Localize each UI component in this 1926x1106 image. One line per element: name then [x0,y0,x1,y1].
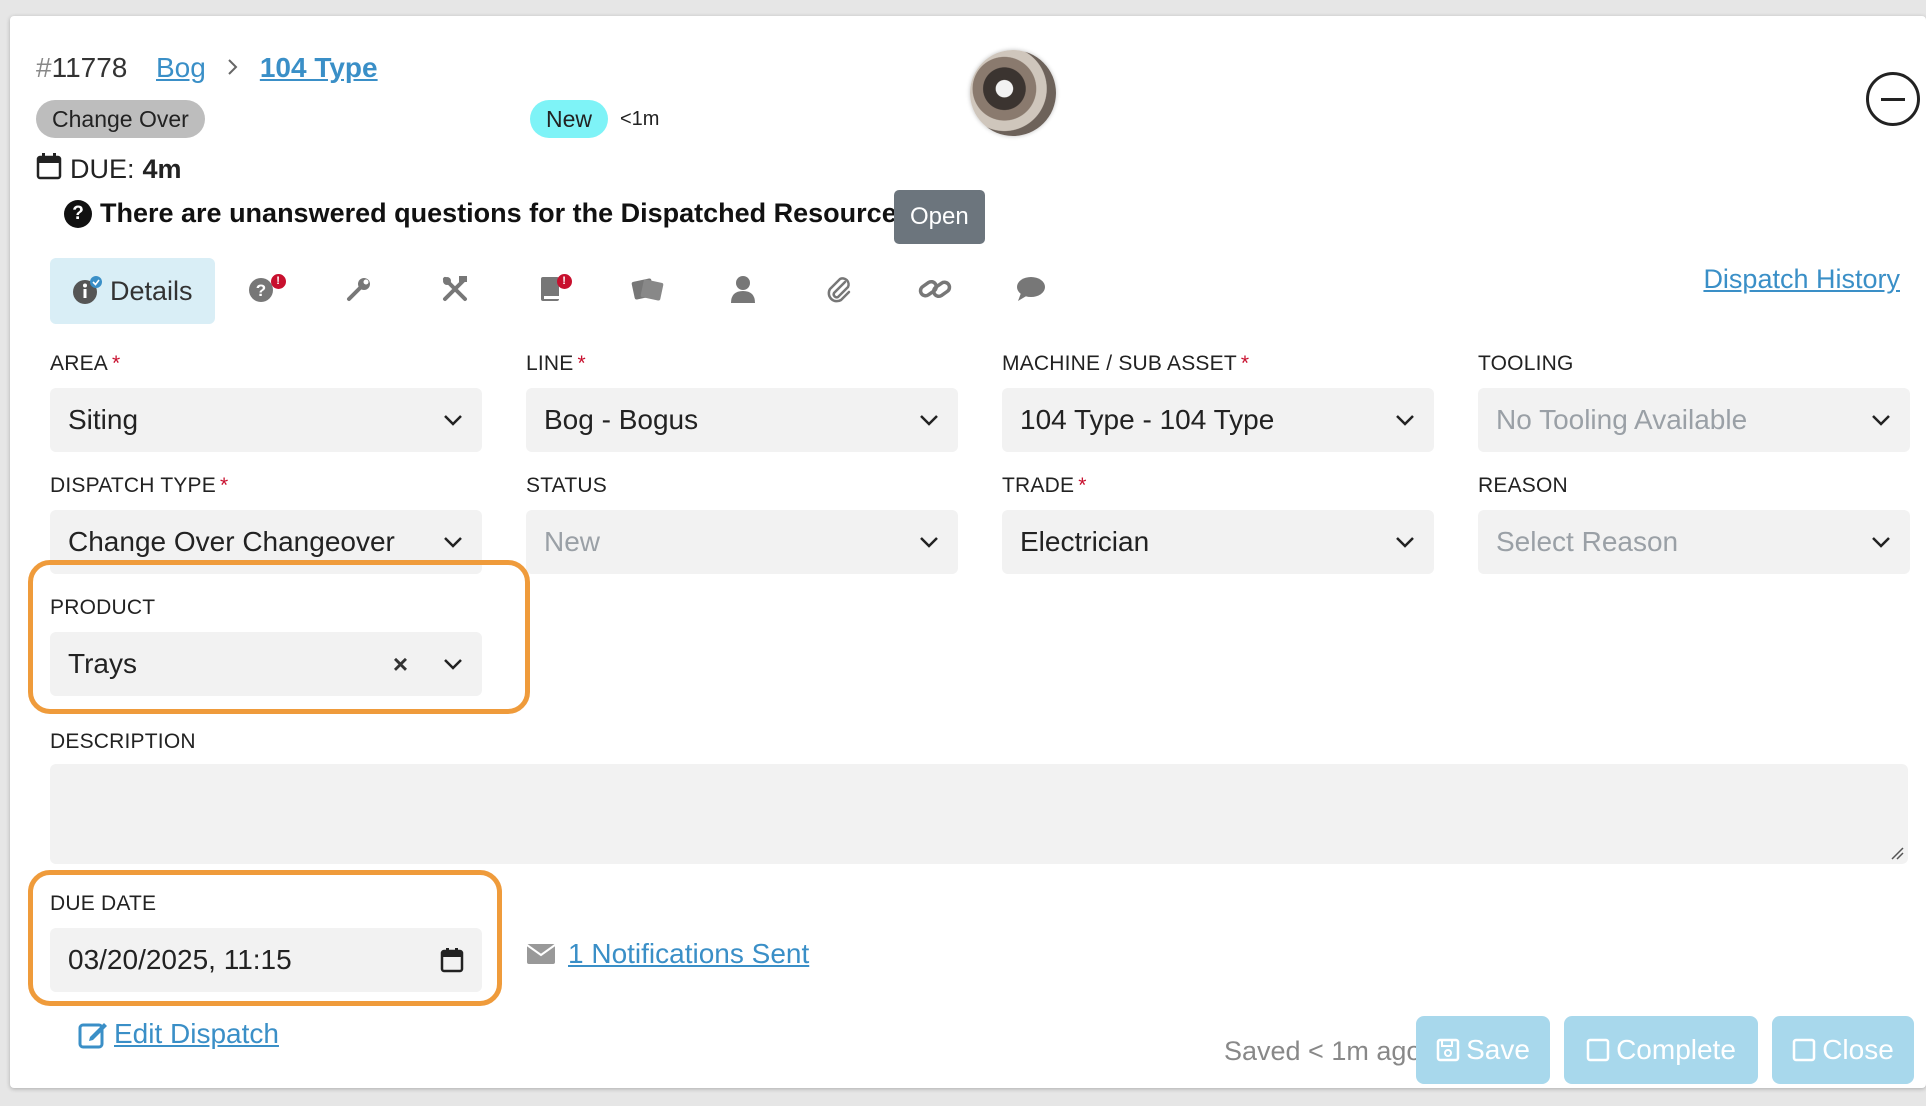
chevron-down-icon [444,415,462,426]
collapse-minus-button[interactable] [1866,72,1920,126]
dispatch-type-select[interactable]: Change Over Changeover [50,510,482,574]
reason-select[interactable]: Select Reason [1478,510,1910,574]
unanswered-questions-warning: ? There are unanswered questions for the… [64,198,904,229]
svg-text:?: ? [255,281,265,300]
dispatch-card: #11778 Bog 104 Type Change Over New <1m … [10,16,1926,1088]
due-label: DUE: [70,154,135,184]
alert-dot: ! [270,274,286,289]
due-indicator: DUE: 4m [36,152,182,187]
resize-handle-icon[interactable] [1888,844,1904,860]
due-date-field: DUE DATE 03/20/2025, 11:15 [50,892,482,992]
tab-bar: Details ? ! ! [50,258,1079,324]
line-field: LINE * Bog - Bogus [526,352,958,452]
status-select[interactable]: New [526,510,958,574]
tab-tools[interactable] [407,258,503,324]
comment-icon [1015,275,1047,308]
calendar-icon[interactable] [440,947,464,973]
product-select[interactable]: Trays × [50,632,482,696]
checkbox-icon [1792,1038,1816,1062]
tooling-select[interactable]: No Tooling Available [1478,388,1910,452]
due-date-input[interactable]: 03/20/2025, 11:15 [50,928,482,992]
product-field: PRODUCT Trays × [50,596,482,696]
saved-status: Saved < 1m ago [1224,1036,1422,1066]
wrench-icon [345,275,373,308]
reason-label: REASON [1478,474,1568,497]
dispatch-type-label: DISPATCH TYPE [50,474,216,497]
product-label: PRODUCT [50,596,156,619]
machine-select[interactable]: 104 Type - 104 Type [1002,388,1434,452]
open-button[interactable]: Open [894,190,985,244]
tab-wrench[interactable] [311,258,407,324]
calendar-icon [36,152,62,187]
reason-field: REASON Select Reason [1478,474,1910,574]
warning-text: There are unanswered questions for the D… [100,198,905,228]
breadcrumb: Bog 104 Type [156,52,378,84]
avatar [970,50,1056,136]
dispatch-id: #11778 [36,52,128,83]
tickets-icon [629,274,665,309]
area-field: AREA * Siting [50,352,482,452]
status-badge: New [530,100,609,138]
chevron-down-icon [1396,415,1414,426]
tooling-label: TOOLING [1478,352,1574,375]
status-field: STATUS New [526,474,958,574]
dispatch-history-link[interactable]: Dispatch History [1703,264,1900,295]
link-icon [917,274,953,309]
trade-select[interactable]: Electrician [1002,510,1434,574]
tab-details[interactable]: Details [50,258,215,324]
line-select[interactable]: Bog - Bogus [526,388,958,452]
chevron-down-icon [1872,415,1890,426]
chevron-down-icon [444,659,462,670]
dispatch-type-field: DISPATCH TYPE * Change Over Changeover [50,474,482,574]
chevron-down-icon [920,537,938,548]
save-button[interactable]: Save [1416,1016,1550,1084]
chevron-right-icon [226,53,240,84]
tab-links[interactable] [887,258,983,324]
tab-tickets[interactable] [599,258,695,324]
question-circle-icon: ? [64,199,92,228]
user-icon [729,274,757,309]
breadcrumb-104-type-link[interactable]: 104 Type [260,52,378,84]
tab-questions[interactable]: ? ! [215,258,311,324]
chevron-down-icon [1396,537,1414,548]
info-icon [72,276,102,306]
line-label: LINE [526,352,574,375]
edit-dispatch-link[interactable]: Edit Dispatch [78,1018,279,1050]
clear-icon[interactable]: × [393,649,408,680]
tab-details-label: Details [110,275,193,306]
tab-comments[interactable] [983,258,1079,324]
due-date-label: DUE DATE [50,892,157,915]
save-icon [1436,1038,1460,1062]
checkbox-icon [1586,1038,1610,1062]
tools-icon [440,274,470,309]
paperclip-icon [825,274,853,309]
breadcrumb-bog-link[interactable]: Bog [156,52,206,84]
complete-button[interactable]: Complete [1564,1016,1758,1084]
type-badge: Change Over [36,100,205,138]
chevron-down-icon [1872,537,1890,548]
description-textarea[interactable] [50,764,1908,864]
tab-attachments[interactable] [791,258,887,324]
chevron-down-icon [920,415,938,426]
trade-field: TRADE * Electrician [1002,474,1434,574]
description-label: DESCRIPTION [50,730,196,753]
tooling-field: TOOLING No Tooling Available [1478,352,1910,452]
tab-user[interactable] [695,258,791,324]
status-label: STATUS [526,474,607,497]
machine-field: MACHINE / SUB ASSET * 104 Type - 104 Type [1002,352,1434,452]
tab-book[interactable]: ! [503,258,599,324]
notifications-link[interactable]: 1 Notifications Sent [526,938,809,970]
edit-icon [78,1023,107,1049]
area-label: AREA [50,352,108,375]
chevron-down-icon [444,537,462,548]
area-select[interactable]: Siting [50,388,482,452]
due-value: 4m [142,154,182,184]
alert-dot: ! [556,274,572,289]
trade-label: TRADE [1002,474,1075,497]
age-text: <1m [620,108,660,130]
envelope-icon [526,944,556,964]
close-button[interactable]: Close [1772,1016,1914,1084]
machine-label: MACHINE / SUB ASSET [1002,352,1237,375]
